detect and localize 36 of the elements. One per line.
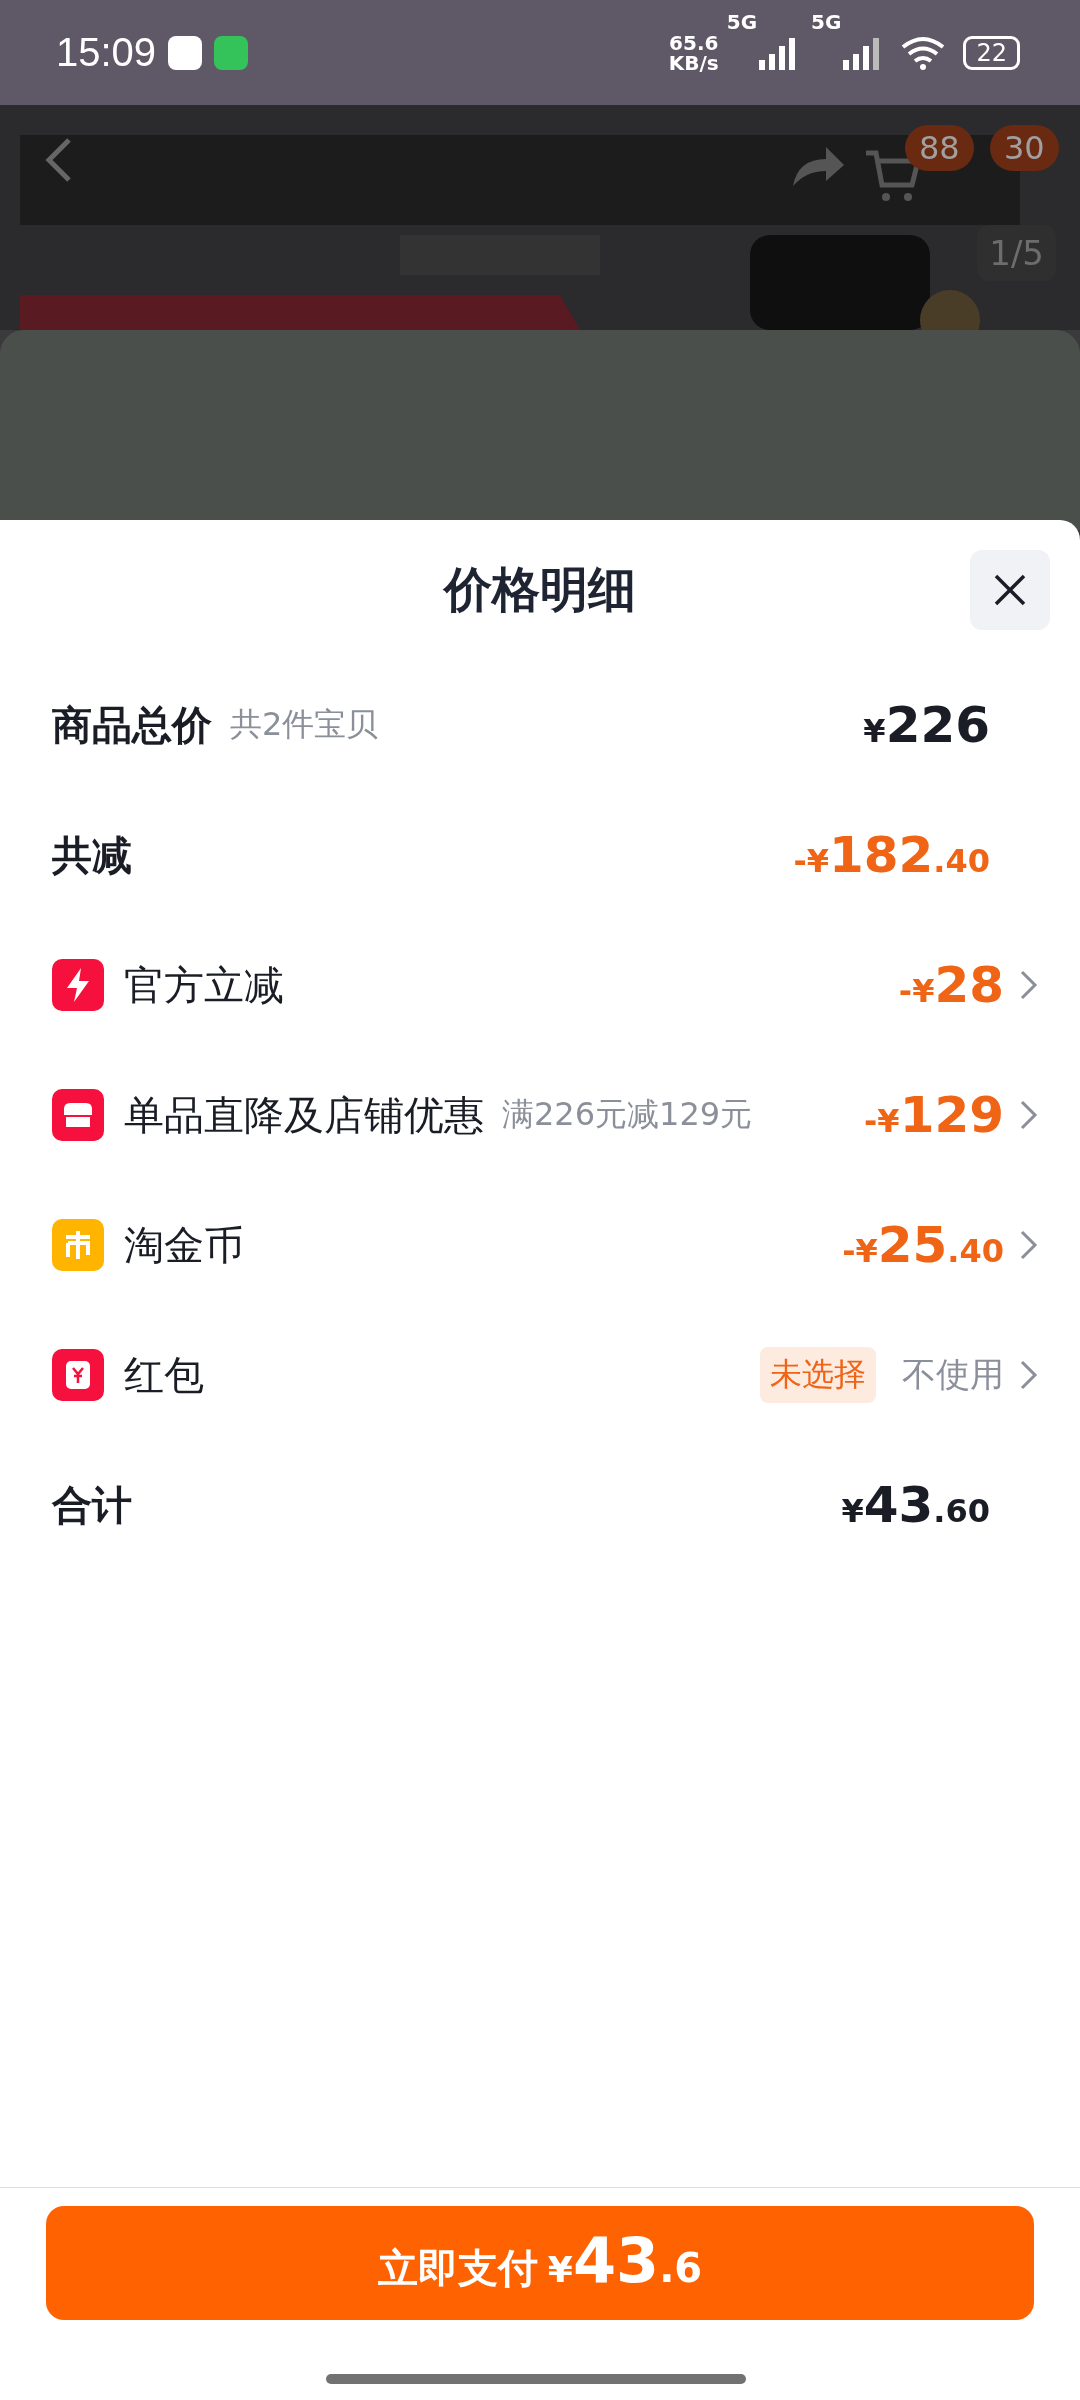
- price-amount: -¥182.40: [793, 826, 990, 884]
- envelope-icon: [52, 1349, 104, 1401]
- status-tag: 未选择: [760, 1347, 876, 1403]
- close-icon: [992, 572, 1028, 608]
- price-amount: -¥25.40: [842, 1216, 1004, 1274]
- row-label: 单品直降及店铺优惠: [124, 1090, 484, 1140]
- lightning-icon: [52, 959, 104, 1011]
- row-label: 淘金币: [124, 1220, 244, 1270]
- price-amount: -¥129: [864, 1086, 1004, 1144]
- option-value[interactable]: 不使用: [902, 1352, 1004, 1398]
- row-label: 合计: [52, 1480, 132, 1530]
- price-amount: ¥226: [863, 696, 990, 754]
- network-type: 5G: [726, 10, 758, 34]
- row-note: 满226元减129元: [502, 1094, 753, 1135]
- chevron-right-icon: [1018, 1358, 1040, 1392]
- sheet-title: 价格明细: [444, 560, 636, 619]
- row-label: 共减: [52, 830, 132, 880]
- row-label: 官方立减: [124, 960, 284, 1010]
- row-label: 商品总价: [52, 700, 212, 750]
- image-counter: 1/5: [977, 225, 1056, 281]
- chevron-right-icon: [1018, 1098, 1040, 1132]
- battery-level: 22: [963, 35, 1020, 70]
- price-amount: ¥43.60: [841, 1476, 990, 1534]
- pay-now-button[interactable]: 立即支付 ¥43.6: [46, 2206, 1034, 2320]
- row-note: 共2件宝贝: [230, 704, 379, 745]
- network-speed: 65.6 KB/s: [668, 32, 719, 73]
- network-type: 5G: [811, 10, 842, 34]
- status-time: 15:09: [56, 30, 157, 75]
- row-label: 红包: [124, 1350, 204, 1400]
- message-app-icon: [214, 35, 249, 70]
- price-amount: -¥28: [898, 956, 1004, 1014]
- store-icon: [52, 1089, 104, 1141]
- close-button[interactable]: [970, 550, 1050, 630]
- chevron-right-icon: [1018, 968, 1040, 1002]
- chevron-right-icon: [1018, 1228, 1040, 1262]
- coin-icon: [52, 1219, 104, 1271]
